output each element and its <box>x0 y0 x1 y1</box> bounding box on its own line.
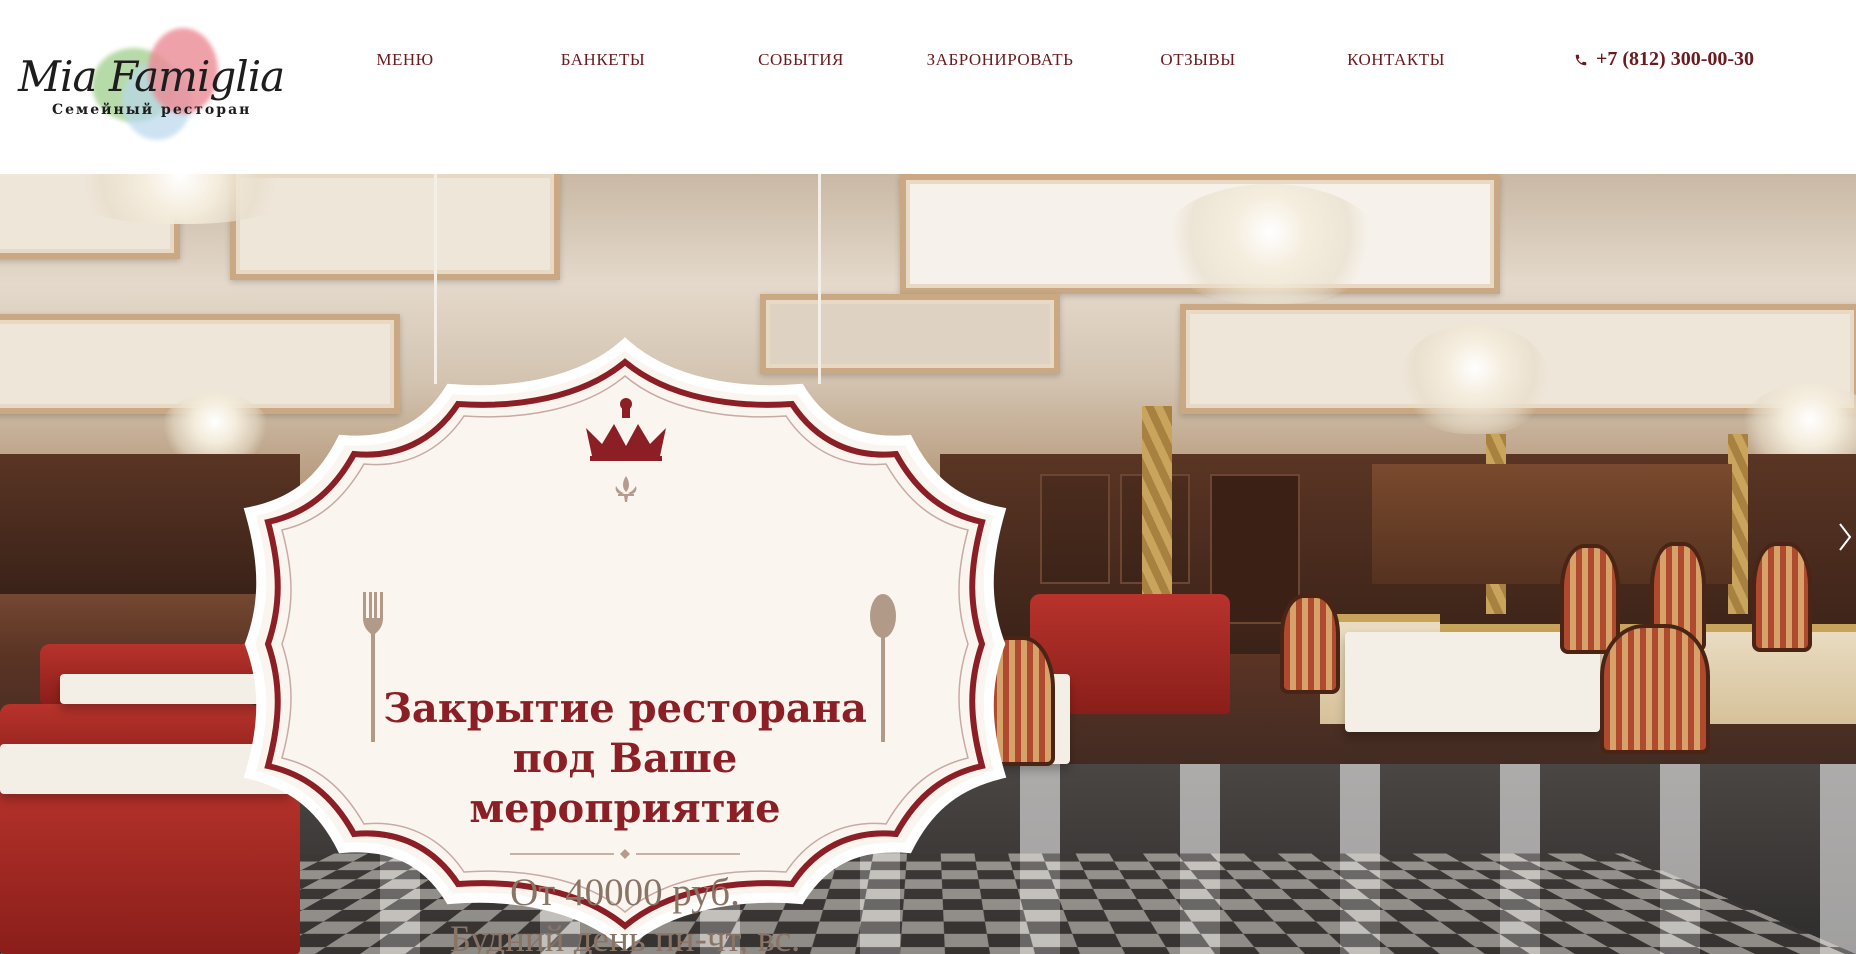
crown-icon <box>586 398 666 461</box>
chandelier <box>1400 324 1550 434</box>
hero-slider: Закрытие ресторана под Ваше мероприятие … <box>0 174 1856 954</box>
promo-title-line: под Ваше <box>512 735 738 782</box>
dining-table <box>60 674 260 704</box>
nav-item-menu[interactable]: МЕНЮ <box>376 50 433 70</box>
nav-item-book[interactable]: ЗАБРОНИРОВАТЬ <box>927 50 1074 70</box>
nav-item-banquets[interactable]: БАНКЕТЫ <box>561 50 646 70</box>
striped-chair <box>1280 594 1340 694</box>
promo-badge[interactable]: Закрытие ресторана под Ваше мероприятие … <box>240 334 1010 954</box>
phone-link[interactable]: +7 (812) 300-00-30 <box>1574 48 1754 71</box>
promo-price: От 40000 руб. <box>510 871 740 914</box>
nav-item-events[interactable]: СОБЫТИЯ <box>758 50 844 70</box>
promo-title-line: Закрытие ресторана <box>383 685 867 732</box>
site-header: Mia Famiglia Семейный ресторан МЕНЮ БАНК… <box>0 0 1856 174</box>
fleur-de-lis-icon <box>615 476 637 502</box>
striped-chair <box>1752 542 1812 652</box>
promo-days: Будний день пн-чт, вс. <box>449 919 801 954</box>
chandelier <box>1160 184 1380 304</box>
nav-item-reviews[interactable]: ОТЗЫВЫ <box>1160 50 1235 70</box>
logo-tagline: Семейный ресторан <box>52 102 252 118</box>
phone-icon <box>1575 54 1587 65</box>
ornament-divider <box>510 849 740 859</box>
logo[interactable]: Mia Famiglia Семейный ресторан <box>14 22 285 140</box>
promo-title-line: мероприятие <box>469 785 781 832</box>
promo-title: Закрытие ресторана под Ваше мероприятие <box>360 684 890 834</box>
striped-chair <box>1600 624 1710 754</box>
nav-item-contacts[interactable]: КОНТАКТЫ <box>1347 50 1445 70</box>
chevron-right-icon[interactable] <box>1838 522 1852 552</box>
wall-panel <box>1040 474 1110 584</box>
phone-number: +7 (812) 300-00-30 <box>1596 48 1755 70</box>
striped-chair <box>1560 544 1620 654</box>
